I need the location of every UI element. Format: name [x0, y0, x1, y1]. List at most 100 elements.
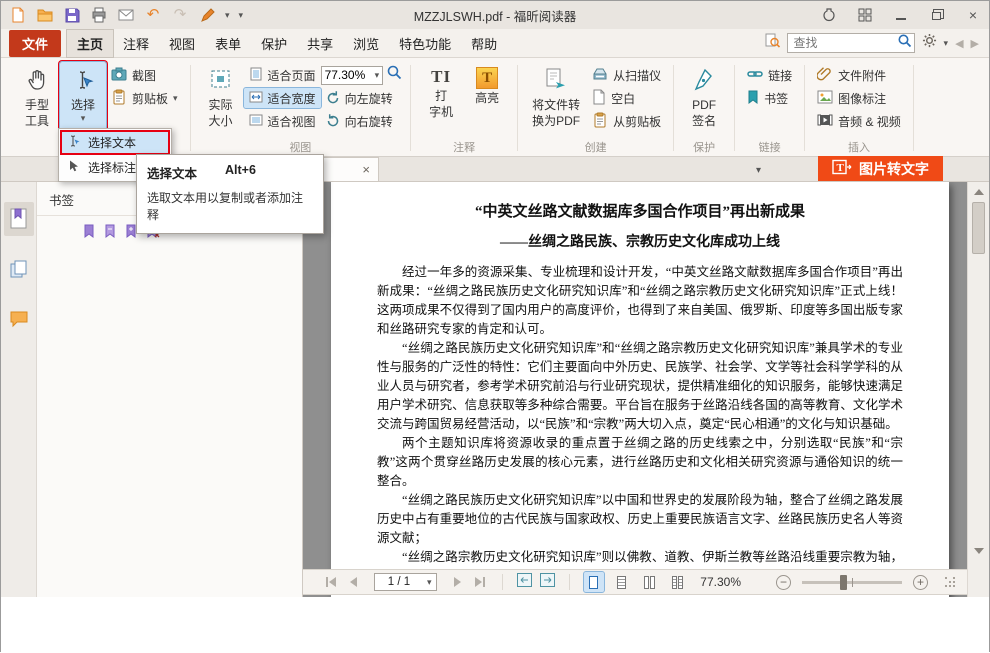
fit-visible-icon — [249, 113, 263, 130]
new-file-icon[interactable] — [9, 6, 27, 24]
highlight-button[interactable]: T 高亮 — [464, 62, 510, 132]
minimize-icon[interactable] — [893, 7, 909, 23]
undo-icon[interactable]: ↶ — [144, 6, 162, 24]
vertical-scrollbar[interactable] — [967, 182, 989, 597]
select-button[interactable]: 选择 ▾ — [60, 62, 106, 132]
page-caret-icon[interactable]: ▾ — [427, 578, 432, 586]
layout-grid-icon[interactable] — [857, 7, 873, 23]
audio-video-button[interactable]: 音频 & 视频 — [812, 111, 906, 131]
from-clipboard-button[interactable]: 从剪贴板 — [587, 111, 666, 131]
layout-single-icon[interactable] — [584, 572, 604, 592]
bookmark-button[interactable]: 书签 — [742, 88, 797, 108]
next-view-icon[interactable] — [540, 573, 555, 592]
bookmark-tool-icon[interactable] — [104, 224, 116, 243]
restore-icon[interactable] — [929, 7, 945, 23]
zoom-slider[interactable] — [802, 581, 902, 584]
next-page-button[interactable] — [454, 577, 461, 587]
zoom-in-button[interactable]: + — [913, 575, 928, 590]
resize-grip[interactable] — [945, 577, 947, 579]
links-column: 链接 书签 — [742, 62, 797, 108]
zoom-slider-thumb[interactable] — [840, 575, 847, 590]
group-links: 链接 书签 链接 — [735, 60, 804, 156]
bookmarks-panel: 书签 — [37, 182, 303, 597]
prev-page-button[interactable] — [350, 577, 357, 587]
tab-features[interactable]: 特色功能 — [389, 30, 461, 57]
layout-facing-icon[interactable] — [640, 572, 660, 592]
settings-gear-icon[interactable] — [922, 33, 937, 53]
zoom-caret-icon[interactable]: ▾ — [375, 71, 380, 79]
hand-tool-button[interactable]: 手型 工具 — [14, 62, 60, 132]
find-previous-icon[interactable]: ◀ — [955, 37, 963, 50]
nav-pages-icon[interactable] — [4, 252, 34, 286]
fit-visible-button[interactable]: 适合视图 — [244, 111, 321, 131]
layout-continuous-icon[interactable] — [612, 572, 632, 592]
window-controls: × — [821, 7, 981, 23]
tab-home[interactable]: 主页 — [67, 30, 113, 57]
tab-browse[interactable]: 浏览 — [343, 30, 389, 57]
tab-view[interactable]: 视图 — [159, 30, 205, 57]
bookmark-tool-icon[interactable] — [83, 224, 95, 243]
fit-width-button[interactable]: 适合宽度 — [244, 88, 321, 108]
blank-page-button[interactable]: 空白 — [587, 88, 666, 108]
search-input[interactable] — [794, 36, 897, 50]
nav-bookmarks-icon[interactable] — [4, 202, 34, 236]
scrollbar-up-icon[interactable] — [968, 184, 989, 200]
layout-facing-continuous-icon[interactable] — [668, 572, 688, 592]
customize-toolbar-caret-icon[interactable]: ▾ — [239, 11, 244, 19]
tab-file[interactable]: 文件 — [9, 30, 61, 57]
from-clipboard-icon — [592, 112, 608, 131]
actual-size-icon — [209, 67, 233, 96]
fit-page-button[interactable]: 适合页面 — [244, 65, 321, 85]
rotate-right-button[interactable]: 向右旋转 — [321, 111, 404, 131]
save-icon[interactable] — [63, 6, 81, 24]
first-page-button[interactable] — [326, 577, 336, 587]
close-tab-icon[interactable]: × — [362, 164, 370, 176]
nav-comments-icon[interactable] — [4, 302, 34, 336]
tab-list-caret-icon[interactable]: ▾ — [756, 165, 761, 176]
tab-protect[interactable]: 保护 — [251, 30, 297, 57]
email-icon[interactable] — [117, 6, 135, 24]
doc-paragraph: 两个主题知识库将资源收录的重点置于丝绸之路的历史线索之中，分别选取“民族”和“宗… — [377, 434, 903, 491]
app-window: ↶ ↷ ▾ ▾ MZZJLSWH.pdf - 福昕阅读器 × 文件 主页 注释 … — [0, 0, 990, 652]
document-area[interactable]: “中英文丝路文献数据库多国合作项目”再出新成果 ——丝绸之路民族、宗教历史文化库… — [303, 182, 967, 597]
settings-caret-icon[interactable]: ▾ — [944, 39, 949, 47]
menu-item-select-text[interactable]: 选择文本 — [60, 130, 170, 155]
snapshot-button[interactable]: 截图 — [106, 65, 183, 85]
last-page-button[interactable] — [475, 577, 485, 587]
zoom-out-button[interactable]: − — [776, 575, 791, 590]
pdf-sign-button[interactable]: PDF 签名 — [681, 62, 727, 132]
typewriter-icon: TI — [431, 67, 451, 87]
image-annotation-button[interactable]: 图像标注 — [812, 88, 906, 108]
print-icon[interactable] — [90, 6, 108, 24]
ocr-button[interactable]: T 图片转文字 — [818, 156, 943, 181]
magnifier-icon[interactable] — [386, 64, 403, 86]
scrollbar-thumb[interactable] — [972, 202, 985, 254]
convert-to-pdf-button[interactable]: 将文件转 换为PDF — [525, 62, 587, 132]
close-icon[interactable]: × — [965, 7, 981, 23]
document-page[interactable]: “中英文丝路文献数据库多国合作项目”再出新成果 ——丝绸之路民族、宗教历史文化库… — [331, 182, 949, 597]
zoom-level-input[interactable] — [325, 68, 375, 82]
tab-share[interactable]: 共享 — [297, 30, 343, 57]
previous-view-icon[interactable] — [517, 573, 532, 592]
link-button[interactable]: 链接 — [742, 65, 797, 85]
doc-subtitle: ——丝绸之路民族、宗教历史文化库成功上线 — [377, 231, 903, 251]
tab-help[interactable]: 帮助 — [461, 30, 507, 57]
actual-size-button[interactable]: 实际 大小 — [198, 62, 244, 132]
from-scanner-button[interactable]: 从扫描仪 — [587, 65, 666, 85]
open-folder-icon[interactable] — [36, 6, 54, 24]
redo-icon[interactable]: ↷ — [171, 6, 189, 24]
file-attachment-button[interactable]: 文件附件 — [812, 65, 906, 85]
tab-form[interactable]: 表单 — [205, 30, 251, 57]
page-number-box[interactable]: 1 / 1 ▾ — [374, 573, 437, 591]
tools-column: 截图 剪贴板 ▾ — [106, 62, 183, 108]
signature-pen-icon[interactable] — [198, 6, 216, 24]
find-next-icon[interactable]: ▶ — [971, 37, 979, 50]
typewriter-button[interactable]: TI 打 字机 — [418, 62, 464, 132]
tab-comment[interactable]: 注释 — [113, 30, 159, 57]
rotate-left-button[interactable]: 向左旋转 — [321, 88, 404, 108]
account-icon[interactable] — [821, 7, 837, 23]
signature-caret-icon[interactable]: ▾ — [225, 11, 230, 19]
search-icon[interactable] — [897, 33, 912, 53]
scrollbar-down-icon[interactable] — [968, 543, 989, 559]
clipboard-button[interactable]: 剪贴板 ▾ — [106, 88, 183, 108]
